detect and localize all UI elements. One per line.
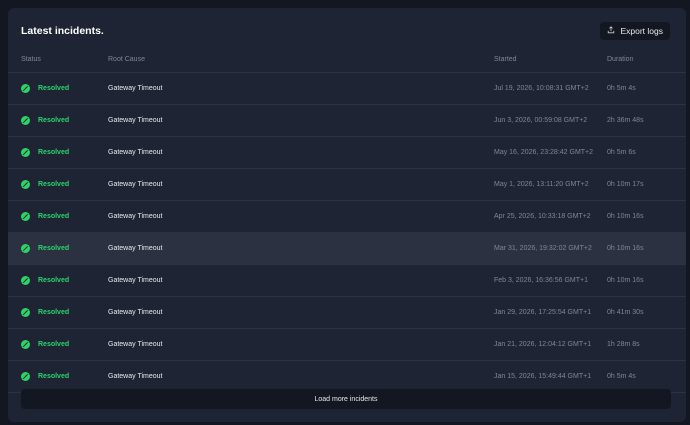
export-logs-label: Export logs — [620, 26, 663, 36]
column-root-cause[interactable]: Root Cause — [108, 56, 145, 63]
column-duration[interactable]: Duration — [607, 56, 633, 63]
started-time: Jun 3, 2026, 00:59:08 GMT+2 — [494, 117, 588, 124]
check-circle-icon — [21, 308, 30, 317]
started-time: Feb 3, 2026, 16:36:56 GMT+1 — [494, 277, 588, 284]
status-cell: Resolved — [21, 180, 69, 189]
status-badge: Resolved — [38, 85, 70, 92]
duration: 0h 10m 17s — [607, 181, 644, 188]
status-cell: Resolved — [21, 308, 69, 317]
upload-icon — [607, 26, 615, 36]
table-row[interactable]: Resolved Gateway Timeout Apr 25, 2026, 1… — [8, 201, 686, 233]
table-row[interactable]: Resolved Gateway Timeout Jan 29, 2026, 1… — [8, 297, 686, 329]
status-badge: Resolved — [38, 277, 70, 284]
duration: 0h 5m 6s — [607, 149, 636, 156]
root-cause: Gateway Timeout — [108, 245, 163, 252]
duration: 0h 41m 30s — [607, 309, 644, 316]
started-time: May 16, 2026, 23:28:42 GMT+2 — [494, 149, 594, 156]
table-row[interactable]: Resolved Gateway Timeout Mar 31, 2026, 1… — [8, 233, 686, 265]
started-time: Jan 15, 2026, 15:49:44 GMT+1 — [494, 373, 592, 380]
status-badge: Resolved — [38, 149, 70, 156]
status-cell: Resolved — [21, 340, 69, 349]
started-time: Jan 29, 2026, 17:25:54 GMT+1 — [494, 309, 592, 316]
table-row[interactable]: Resolved Gateway Timeout Jan 21, 2026, 1… — [8, 329, 686, 361]
duration: 0h 10m 16s — [607, 213, 644, 220]
check-circle-icon — [21, 84, 30, 93]
status-cell: Resolved — [21, 84, 69, 93]
duration: 2h 36m 48s — [607, 117, 644, 124]
table-row[interactable]: Resolved Gateway Timeout Jun 3, 2026, 00… — [8, 105, 686, 137]
check-circle-icon — [21, 116, 30, 125]
table-row[interactable]: Resolved Gateway Timeout May 1, 2026, 13… — [8, 169, 686, 201]
table-row[interactable]: Resolved Gateway Timeout Jul 19, 2026, 1… — [8, 73, 686, 105]
export-logs-button[interactable]: Export logs — [600, 22, 670, 40]
status-cell: Resolved — [21, 212, 69, 221]
root-cause: Gateway Timeout — [108, 373, 163, 380]
check-circle-icon — [21, 212, 30, 221]
root-cause: Gateway Timeout — [108, 181, 163, 188]
incidents-table: Status Root Cause Started Duration Resol… — [8, 50, 686, 393]
root-cause: Gateway Timeout — [108, 213, 163, 220]
status-badge: Resolved — [38, 245, 70, 252]
check-circle-icon — [21, 148, 30, 157]
status-cell: Resolved — [21, 116, 69, 125]
duration: 1h 28m 8s — [607, 341, 640, 348]
status-cell: Resolved — [21, 372, 69, 381]
status-badge: Resolved — [38, 213, 70, 220]
root-cause: Gateway Timeout — [108, 309, 163, 316]
root-cause: Gateway Timeout — [108, 149, 163, 156]
started-time: May 1, 2026, 13:11:20 GMT+2 — [494, 181, 589, 188]
root-cause: Gateway Timeout — [108, 277, 163, 284]
check-circle-icon — [21, 372, 30, 381]
status-cell: Resolved — [21, 148, 69, 157]
status-badge: Resolved — [38, 341, 70, 348]
root-cause: Gateway Timeout — [108, 85, 163, 92]
status-badge: Resolved — [38, 373, 70, 380]
incidents-card: Latest incidents. Export logs Status Roo… — [8, 8, 686, 422]
started-time: Apr 25, 2026, 10:33:18 GMT+2 — [494, 213, 591, 220]
table-row[interactable]: Resolved Gateway Timeout May 16, 2026, 2… — [8, 137, 686, 169]
started-time: Jul 19, 2026, 10:08:31 GMT+2 — [494, 85, 589, 92]
started-time: Mar 31, 2026, 19:32:02 GMT+2 — [494, 245, 592, 252]
status-badge: Resolved — [38, 181, 70, 188]
started-time: Jan 21, 2026, 12:04:12 GMT+1 — [494, 341, 592, 348]
duration: 0h 5m 4s — [607, 373, 636, 380]
page-title: Latest incidents. — [21, 25, 104, 37]
column-status[interactable]: Status — [21, 56, 41, 63]
check-circle-icon — [21, 244, 30, 253]
root-cause: Gateway Timeout — [108, 341, 163, 348]
status-badge: Resolved — [38, 117, 70, 124]
status-cell: Resolved — [21, 276, 69, 285]
duration: 0h 10m 16s — [607, 277, 644, 284]
column-started[interactable]: Started — [494, 56, 517, 63]
status-cell: Resolved — [21, 244, 69, 253]
card-header: Latest incidents. Export logs — [8, 8, 686, 50]
table-header: Status Root Cause Started Duration — [8, 50, 686, 73]
duration: 0h 5m 4s — [607, 85, 636, 92]
root-cause: Gateway Timeout — [108, 117, 163, 124]
duration: 0h 10m 16s — [607, 245, 644, 252]
status-badge: Resolved — [38, 309, 70, 316]
load-more-button[interactable]: Load more incidents — [21, 389, 671, 409]
check-circle-icon — [21, 276, 30, 285]
check-circle-icon — [21, 180, 30, 189]
table-row[interactable]: Resolved Gateway Timeout Feb 3, 2026, 16… — [8, 265, 686, 297]
check-circle-icon — [21, 340, 30, 349]
